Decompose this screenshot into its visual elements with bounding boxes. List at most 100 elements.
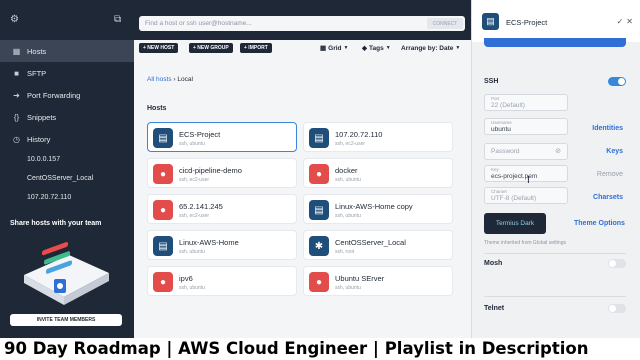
host-name: cicd-pipeline-demo bbox=[179, 166, 242, 175]
host-card[interactable]: ● 65.2.141.245 ssh, ec2-user bbox=[147, 194, 297, 224]
remove-key-button[interactable]: Remove bbox=[597, 171, 623, 178]
keys-link[interactable]: Keys bbox=[606, 148, 623, 155]
theme-note: Theme inherited from Global settings bbox=[484, 240, 566, 246]
hosts-grid-icon: ▦ bbox=[12, 46, 21, 56]
history-list: 10.0.0.157 CentOSServer_Local 107.20.72.… bbox=[0, 150, 134, 207]
settings-gear-icon[interactable]: ⚙ bbox=[10, 15, 20, 25]
grid-icon: ▦ bbox=[320, 45, 327, 52]
host-details-panel: ▤ ECS-Project ✓✕ SSH Port 22 (Default) U… bbox=[471, 0, 640, 338]
password-field[interactable]: Password ⊘ bbox=[484, 143, 568, 160]
import-button[interactable]: + IMPORT bbox=[240, 43, 272, 53]
window-toggle-icon[interactable]: ⧉ bbox=[114, 15, 124, 25]
sidebar-top-bar: ⚙ ⧉ bbox=[0, 0, 134, 40]
connect-button[interactable]: CONNECT bbox=[427, 18, 463, 29]
divider bbox=[484, 296, 626, 297]
host-details: ssh, ubuntu bbox=[179, 141, 205, 147]
host-details: ssh, ubuntu bbox=[335, 213, 361, 219]
breadcrumb-all-hosts[interactable]: All hosts bbox=[147, 76, 172, 83]
promo-title: Share hosts with your team bbox=[10, 220, 102, 227]
host-card[interactable]: ▤ Linux-AWS-Home ssh, ubuntu bbox=[147, 230, 297, 260]
telnet-toggle[interactable] bbox=[608, 304, 626, 313]
sidebar-item-sftp[interactable]: ■ SFTP bbox=[0, 62, 134, 84]
username-label: Username bbox=[491, 120, 512, 125]
sidebar-item-label: Hosts bbox=[27, 46, 47, 56]
arrow-right-icon: ➜ bbox=[13, 90, 20, 100]
linux-icon: ● bbox=[153, 272, 173, 292]
host-name: 65.2.141.245 bbox=[179, 202, 223, 211]
linux-icon: ● bbox=[153, 164, 173, 184]
theme-options-link[interactable]: Theme Options bbox=[574, 220, 625, 227]
charsets-link[interactable]: Charsets bbox=[593, 194, 623, 201]
history-item[interactable]: 107.20.72.110 bbox=[0, 188, 134, 207]
linux-icon: ● bbox=[309, 164, 329, 184]
chevron-down-icon: ▼ bbox=[343, 45, 349, 51]
server-icon: ▤ bbox=[309, 128, 329, 148]
clock-icon: ◷ bbox=[13, 134, 20, 144]
charset-label: Charset bbox=[491, 189, 507, 194]
sidebar-item-label: SFTP bbox=[27, 68, 47, 78]
sidebar-item-hosts[interactable]: ▦ Hosts bbox=[0, 40, 134, 62]
linux-icon: ● bbox=[153, 200, 173, 220]
host-details: ssh, ec2-user bbox=[179, 213, 210, 219]
port-label: Port bbox=[491, 96, 500, 101]
sidebar-item-label: History bbox=[27, 134, 51, 144]
history-item[interactable]: CentOSServer_Local bbox=[0, 169, 134, 188]
breadcrumb: All hosts › Local bbox=[147, 76, 193, 83]
host-card[interactable]: ✱ CentOSServer_Local ssh, root bbox=[303, 230, 453, 260]
telnet-label: Telnet bbox=[484, 305, 505, 312]
username-field[interactable]: Username ubuntu bbox=[484, 118, 568, 135]
hosts-main: Find a host or ssh user@hostname... CONN… bbox=[134, 0, 471, 338]
tags-filter[interactable]: ◆ Tags ▼ bbox=[362, 43, 391, 53]
panel-title: ECS-Project bbox=[506, 18, 548, 27]
password-placeholder: Password bbox=[491, 148, 520, 155]
hosts-toolbar: + NEW HOST + NEW GROUP + IMPORT ▦ Grid ▼… bbox=[139, 43, 467, 55]
close-icon[interactable]: ✕ bbox=[626, 17, 636, 26]
identities-link[interactable]: Identities bbox=[592, 125, 623, 132]
grid-view-toggle[interactable]: ▦ Grid ▼ bbox=[320, 43, 348, 53]
mosh-toggle[interactable] bbox=[608, 259, 626, 268]
host-card[interactable]: ● Ubuntu SErver ssh, ubuntu bbox=[303, 266, 453, 296]
key-field[interactable]: Key ecs-project.pem bbox=[484, 165, 568, 182]
connect-action-button[interactable] bbox=[484, 38, 626, 47]
window-controls: ✓✕ bbox=[617, 17, 636, 26]
panel-header: ▤ ECS-Project ✓✕ bbox=[472, 0, 640, 42]
confirm-check-icon[interactable]: ✓ bbox=[617, 17, 627, 26]
host-card[interactable]: ● cicd-pipeline-demo ssh, ec2-user bbox=[147, 158, 297, 188]
invite-team-members-button[interactable]: INVITE TEAM MEMBERS bbox=[10, 314, 122, 326]
mosh-label: Mosh bbox=[484, 260, 503, 267]
host-card[interactable]: ▤ 107.20.72.110 ssh, ec2-user bbox=[303, 122, 453, 152]
host-card[interactable]: ▤ Linux-AWS-Home copy ssh, ubuntu bbox=[303, 194, 453, 224]
new-host-button[interactable]: + NEW HOST bbox=[139, 43, 179, 53]
sidebar: ⚙ ⧉ ▦ Hosts ■ SFTP ➜ Port Forwarding {} … bbox=[0, 0, 134, 338]
chevron-down-icon: ▼ bbox=[385, 45, 391, 51]
sidebar-item-port-forwarding[interactable]: ➜ Port Forwarding bbox=[0, 84, 134, 106]
host-search-input[interactable]: Find a host or ssh user@hostname... bbox=[139, 16, 465, 31]
new-group-button[interactable]: + NEW GROUP bbox=[189, 43, 233, 53]
arrange-by-dropdown[interactable]: Arrange by: Date ▼ bbox=[401, 43, 460, 53]
hosts-section-title: Hosts bbox=[147, 105, 167, 112]
ssh-toggle[interactable] bbox=[608, 77, 626, 86]
port-value: 22 (Default) bbox=[491, 102, 525, 109]
host-card[interactable]: ● docker ssh, ubuntu bbox=[303, 158, 453, 188]
grid-label: Grid bbox=[328, 44, 342, 52]
host-name: 107.20.72.110 bbox=[335, 130, 383, 139]
tag-icon: ◆ bbox=[362, 45, 367, 52]
sidebar-item-snippets[interactable]: {} Snippets bbox=[0, 106, 134, 128]
theme-preview-button[interactable]: Termius Dark bbox=[484, 213, 546, 234]
charset-value: UTF-8 (Default) bbox=[491, 195, 537, 202]
charset-field[interactable]: Charset UTF-8 (Default) bbox=[484, 187, 568, 204]
code-braces-icon: {} bbox=[13, 112, 20, 122]
linux-icon: ● bbox=[309, 272, 329, 292]
history-item[interactable]: 10.0.0.157 bbox=[0, 150, 134, 169]
sidebar-item-label: Snippets bbox=[27, 112, 57, 122]
host-name: docker bbox=[335, 166, 358, 175]
host-card[interactable]: ▤ ECS-Project ssh, ubuntu bbox=[147, 122, 297, 152]
eye-slash-icon[interactable]: ⊘ bbox=[555, 147, 561, 155]
centos-icon: ✱ bbox=[309, 236, 329, 256]
video-caption: 90 Day Roadmap | AWS Cloud Engineer | Pl… bbox=[0, 338, 640, 360]
sidebar-item-history[interactable]: ◷ History bbox=[0, 128, 134, 150]
username-value: ubuntu bbox=[491, 126, 511, 133]
host-card[interactable]: ● ipv6 ssh, ubuntu bbox=[147, 266, 297, 296]
port-field[interactable]: Port 22 (Default) bbox=[484, 94, 568, 111]
server-icon: ▤ bbox=[482, 13, 499, 30]
